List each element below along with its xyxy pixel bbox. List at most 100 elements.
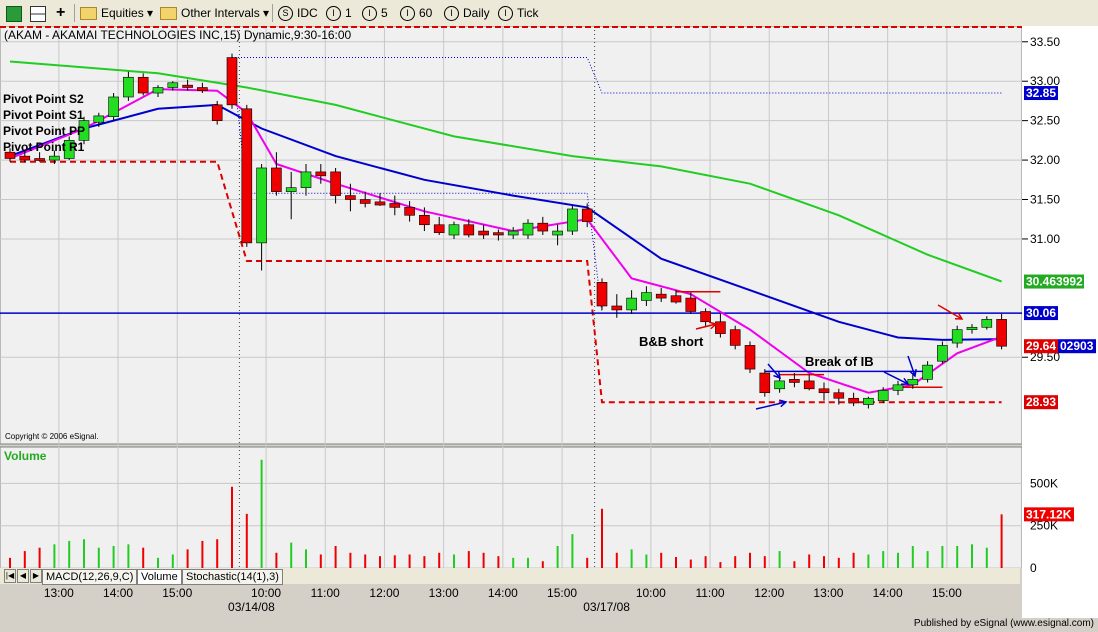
candle-body [670,295,682,303]
time-tick-label: 15:00 [547,586,577,600]
tick-label: Tick [517,6,539,20]
next-icon[interactable]: ▶ [30,569,42,583]
daily-button[interactable]: I Daily [444,4,490,22]
volume-tick-label: 500K [1030,476,1058,490]
volume-tick-label: 0 [1030,561,1037,575]
time-tick-label: 15:00 [932,586,962,600]
time-tick-label: 11:00 [695,586,724,600]
candle-body [744,345,756,370]
candle-body [123,76,134,98]
time-tick-label: 13:00 [813,586,843,600]
candle-body [137,76,149,94]
candle-body [167,82,179,88]
candle-body [774,380,785,390]
candle-body [996,319,1007,347]
candle-body [877,390,889,401]
candle-body [833,392,845,399]
chart-header: (AKAM - AKAMAI TECHNOLOGIES INC,15) Dyna… [4,28,352,42]
daily-label: Daily [463,6,490,20]
folder-icon [160,7,177,21]
candle-body [493,232,504,236]
tab-macd[interactable]: MACD(12,26,9,C) [42,569,138,585]
tab-volume[interactable]: Volume [137,569,182,585]
first-icon[interactable]: |◀ [4,569,16,583]
candle-body [300,171,312,188]
candle-body [285,187,297,192]
candle-body [803,380,815,390]
candle-body [581,208,593,222]
candle-body [937,345,948,362]
time-tick-label: 12:00 [754,586,784,600]
time-tick-label: 12:00 [369,586,399,600]
price-tick-label: 32.50 [1030,114,1060,128]
candle-body [359,199,371,204]
equities-label: Equities [101,6,144,20]
i-icon: I [498,6,513,22]
candle-body [922,364,933,380]
time-tick-label: 10:00 [636,586,666,600]
tab-stochastic[interactable]: Stochastic(14(1),3) [182,569,283,585]
prev-icon[interactable]: ◀ [17,569,29,583]
candle-body [433,224,445,233]
time-tick-label: 10:00 [251,586,281,600]
tick-button[interactable]: I Tick [498,4,539,22]
candle-body [789,379,800,383]
interval-1-button[interactable]: I1 [326,4,352,22]
price-label-text: 02903 [1060,339,1094,353]
chart-icon[interactable] [6,4,22,22]
candle-body [211,104,223,121]
candle-body [552,230,563,236]
candle-body [641,292,652,301]
candle-body [315,171,327,177]
candle-body [729,329,741,346]
published-by: Published by eSignal (www.esignal.com) [913,618,1094,629]
candle-body [759,372,771,394]
idc-button[interactable]: S IDC [278,4,318,22]
time-tick-label: 14:00 [488,586,518,600]
candle-body [567,208,578,232]
pivot-label: Pivot Point PP [3,124,85,138]
intervals-button[interactable]: Other Intervals ▾ [160,4,269,22]
candle-body [330,171,341,196]
price-label-text: 28.93 [1026,395,1056,409]
time-axis: 13:00 14:00 15:00 10:00 11:00 12:00 13:00 14:00… [44,586,962,614]
candle-body [848,397,859,404]
pivot-label: Pivot Point S1 [3,108,84,122]
candle-body [241,108,253,244]
break-ib-annotation: Break of IB [805,354,874,369]
candle-body [404,207,415,216]
candle-body [700,311,711,323]
pivot-label: Pivot Point R1 [3,140,85,154]
candle-body [596,282,608,307]
price-label-text: 30.06 [1026,306,1056,320]
candle-body [611,305,623,311]
add-icon[interactable]: + [56,4,65,22]
candle-body [197,87,208,91]
toolbar: + Equities ▾ Other Intervals ▾ S IDC I1 I… [0,0,1098,27]
price-label-text: 32.85 [1026,86,1056,100]
date-label: 03/14/08 [228,600,275,614]
equities-button[interactable]: Equities ▾ [80,4,153,22]
volume-pane [0,446,1023,569]
grid-icon[interactable] [30,4,46,22]
time-tick-label: 11:00 [311,586,340,600]
price-label-text: 30.463992 [1026,275,1083,289]
interval-60-button[interactable]: I 60 [400,4,432,22]
candle-body [522,222,534,236]
price-chart[interactable]: 33.5033.0032.5032.0031.5031.0029.50500K2… [0,26,1098,618]
price-tick-label: 31.00 [1030,232,1060,246]
candle-body [507,230,519,236]
i-icon: I [444,6,459,22]
time-tick-label: 14:00 [103,586,133,600]
price-tick-label: 32.00 [1030,153,1060,167]
candle-body [981,319,993,328]
i-icon: I [362,6,377,22]
candle-body [818,388,830,394]
idc-label: IDC [297,6,318,20]
candle-body [419,214,430,226]
indicator-tabs: |◀ ◀ ▶ MACD(12,26,9,C) Volume Stochastic… [0,568,1020,585]
time-tick-label: 13:00 [44,586,74,600]
candle-body [108,96,119,117]
time-tick-label: 14:00 [873,586,903,600]
interval-5-button[interactable]: I5 [362,4,388,22]
